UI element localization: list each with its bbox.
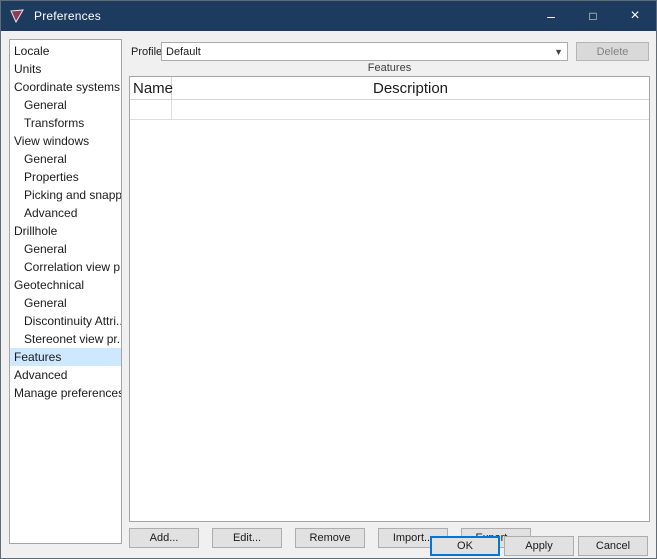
apply-button[interactable]: Apply xyxy=(504,536,574,556)
dialog-footer: OK Apply Cancel xyxy=(430,536,648,556)
sidebar-item-stereonet-view[interactable]: Stereonet view pr... xyxy=(10,330,121,348)
sidebar-item-picking-and-snapping[interactable]: Picking and snapp... xyxy=(10,186,121,204)
sidebar-item-view-windows[interactable]: View windows xyxy=(10,132,121,150)
sidebar-item-units[interactable]: Units xyxy=(10,60,121,78)
table-empty-row xyxy=(130,100,649,120)
sidebar-item-discontinuity-attributes[interactable]: Discontinuity Attri... xyxy=(10,312,121,330)
ok-button[interactable]: OK xyxy=(430,536,500,556)
minimize-button[interactable]: – xyxy=(530,1,572,31)
sidebar-item-view-windows-advanced[interactable]: Advanced xyxy=(10,204,121,222)
preferences-window: Preferences – □ × Locale Units Coordinat… xyxy=(0,0,657,559)
table-empty-cell-name xyxy=(130,100,172,119)
sidebar-item-coordinate-systems[interactable]: Coordinate systems xyxy=(10,78,121,96)
sidebar-item-geotechnical[interactable]: Geotechnical xyxy=(10,276,121,294)
sidebar-item-advanced[interactable]: Advanced xyxy=(10,366,121,384)
profile-select-value: Default xyxy=(166,46,201,58)
sidebar-item-manage-preferences[interactable]: Manage preferences xyxy=(10,384,121,402)
sidebar-item-locale[interactable]: Locale xyxy=(10,42,121,60)
sidebar-item-drillhole-general[interactable]: General xyxy=(10,240,121,258)
features-table: Name Description xyxy=(129,76,650,522)
table-empty-area xyxy=(130,120,649,521)
sidebar-item-geotechnical-general[interactable]: General xyxy=(10,294,121,312)
sidebar-item-transforms[interactable]: Transforms xyxy=(10,114,121,132)
table-header-row: Name Description xyxy=(130,77,649,100)
maximize-button[interactable]: □ xyxy=(572,1,614,31)
preferences-nav: Locale Units Coordinate systems General … xyxy=(9,39,122,544)
column-header-description[interactable]: Description xyxy=(172,77,649,99)
features-group-label: Features xyxy=(129,62,650,74)
close-button[interactable]: × xyxy=(614,1,656,31)
app-icon xyxy=(10,8,26,24)
chevron-down-icon: ▼ xyxy=(554,47,563,57)
delete-button[interactable]: Delete xyxy=(576,42,649,61)
sidebar-item-features[interactable]: Features xyxy=(10,348,121,366)
window-title: Preferences xyxy=(34,9,101,23)
window-controls: – □ × xyxy=(530,1,656,31)
add-button[interactable]: Add... xyxy=(129,528,199,548)
sidebar-item-properties[interactable]: Properties xyxy=(10,168,121,186)
sidebar-item-view-windows-general[interactable]: General xyxy=(10,150,121,168)
cancel-button[interactable]: Cancel xyxy=(578,536,648,556)
titlebar: Preferences – □ × xyxy=(1,1,656,31)
edit-button[interactable]: Edit... xyxy=(212,528,282,548)
remove-button[interactable]: Remove xyxy=(295,528,365,548)
table-empty-cell-description xyxy=(172,100,649,119)
profile-label: Profile xyxy=(131,46,162,58)
sidebar-item-correlation-view[interactable]: Correlation view p... xyxy=(10,258,121,276)
profile-select[interactable]: Default ▼ xyxy=(161,42,568,61)
column-header-name[interactable]: Name xyxy=(130,77,172,99)
sidebar-item-drillhole[interactable]: Drillhole xyxy=(10,222,121,240)
sidebar-item-coordinate-general[interactable]: General xyxy=(10,96,121,114)
